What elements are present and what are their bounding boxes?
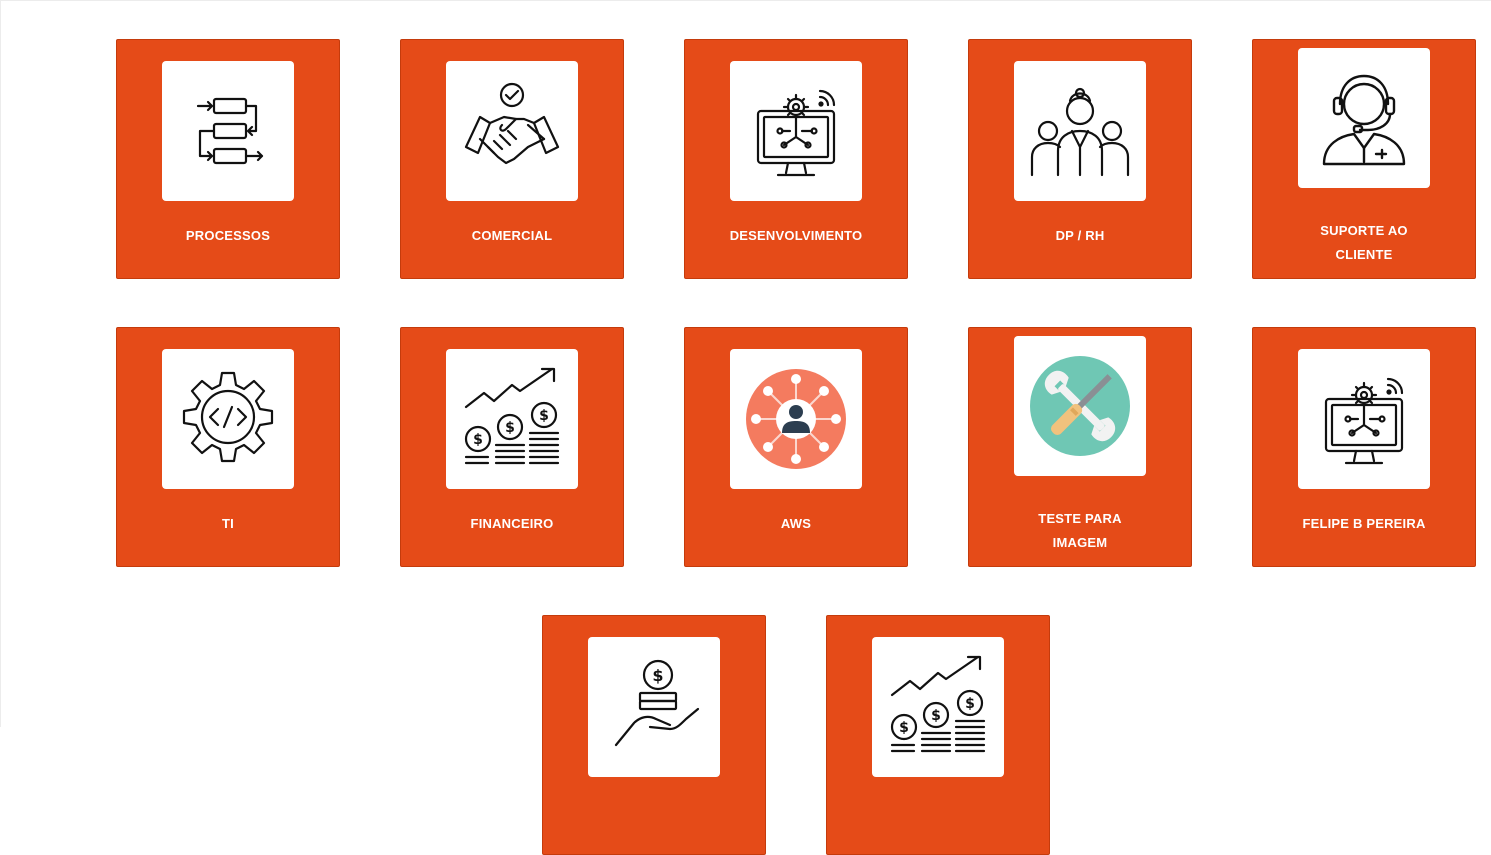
- icon-container: [730, 349, 862, 489]
- svg-text:$: $: [539, 408, 549, 424]
- card-financeiro[interactable]: $ $ $ FINANCEIRO: [400, 327, 624, 567]
- monitor-gear-icon: [756, 89, 836, 177]
- svg-text:$: $: [652, 666, 663, 685]
- card-label: PROCESSOS: [185, 228, 271, 243]
- coins-growth-icon: $ $ $: [464, 367, 560, 465]
- card-comercial[interactable]: COMERCIAL: [400, 39, 624, 279]
- icon-container: [446, 61, 578, 201]
- card-desenvolvimento[interactable]: DESENVOLVIMENTO: [684, 39, 908, 279]
- card-extra-1[interactable]: $: [542, 615, 766, 855]
- card-label: COMERCIAL: [471, 228, 553, 243]
- card-extra-2[interactable]: $ $ $: [826, 615, 1050, 855]
- icon-container: [162, 61, 294, 201]
- flowchart-icon: [196, 97, 264, 165]
- card-dp-rh[interactable]: DP / RH: [968, 39, 1192, 279]
- card-label: FINANCEIRO: [470, 516, 554, 531]
- card-teste-para-imagem[interactable]: TESTE PARA IMAGEM: [968, 327, 1192, 567]
- svg-text:$: $: [965, 696, 975, 712]
- card-label: DP / RH: [1055, 228, 1105, 243]
- card-label: AWS: [780, 516, 812, 531]
- headset-support-icon: [1322, 74, 1406, 166]
- icon-container: [162, 349, 294, 489]
- hand-coin-icon: $: [614, 659, 700, 747]
- card-label: TI: [222, 516, 234, 531]
- card-processos[interactable]: PROCESSOS: [116, 39, 340, 279]
- card-label: DESENVOLVIMENTO: [729, 228, 863, 243]
- card-ti[interactable]: TI: [116, 327, 340, 567]
- icon-container: $ $ $: [872, 637, 1004, 777]
- icon-container: $: [588, 637, 720, 777]
- team-icon: [1030, 87, 1130, 177]
- coins-growth-icon: $ $ $: [890, 655, 986, 753]
- icon-container: [1298, 48, 1430, 188]
- handshake-icon: [464, 82, 560, 165]
- module-grid: PROCESSOS COMERCIAL DESENVOLVIMENTO DP /…: [0, 0, 1491, 855]
- icon-container: [1014, 61, 1146, 201]
- svg-text:$: $: [899, 720, 909, 736]
- card-label: TESTE PARA IMAGEM: [1038, 511, 1122, 550]
- svg-text:$: $: [473, 432, 483, 448]
- card-label: SUPORTE AO CLIENTE: [1320, 223, 1408, 262]
- network-user-icon: [746, 369, 846, 469]
- svg-text:$: $: [931, 708, 941, 724]
- icon-container: $ $ $: [446, 349, 578, 489]
- icon-container: [730, 61, 862, 201]
- card-suporte-ao-cliente[interactable]: SUPORTE AO CLIENTE: [1252, 39, 1476, 279]
- gear-code-icon: [182, 371, 274, 463]
- svg-text:$: $: [505, 420, 515, 436]
- icon-container: [1014, 336, 1146, 476]
- card-aws[interactable]: AWS: [684, 327, 908, 567]
- card-felipe-b-pereira[interactable]: FELIPE B PEREIRA: [1252, 327, 1476, 567]
- icon-container: [1298, 349, 1430, 489]
- tools-icon: [1030, 356, 1130, 456]
- monitor-gear-icon: [1324, 377, 1404, 465]
- card-label: FELIPE B PEREIRA: [1302, 516, 1426, 531]
